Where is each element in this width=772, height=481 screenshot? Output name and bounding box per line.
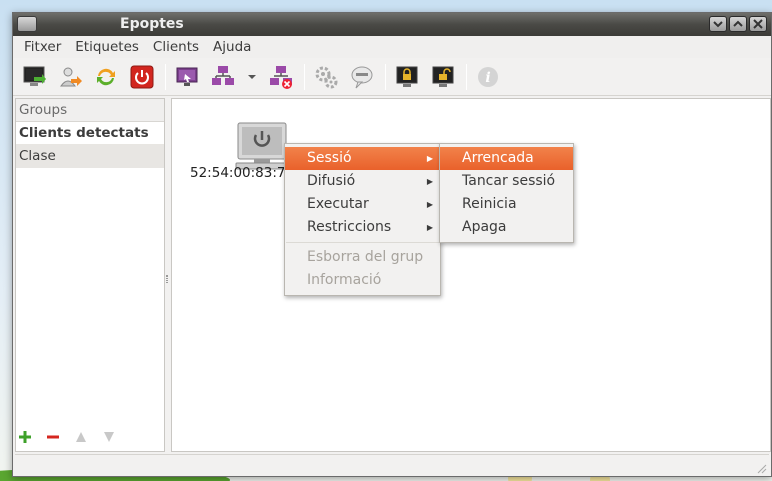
settings-gears-icon (315, 66, 338, 88)
broadcast-screen-icon (212, 65, 234, 85)
message-icon (351, 66, 373, 88)
toolbar-separator (466, 63, 467, 90)
groups-header[interactable]: Groups (16, 99, 164, 122)
chevron-down-icon (713, 21, 723, 28)
broadcast-screen-button[interactable] (208, 62, 238, 92)
arrow-up-icon (76, 432, 86, 442)
power-icon (130, 65, 154, 88)
submenu-item-reinicia[interactable]: Reinicia (440, 193, 573, 216)
refresh-icon (97, 68, 115, 85)
info-icon: i (478, 66, 498, 87)
window-menu-button[interactable] (17, 16, 37, 32)
menu-item-informacio: Informació (307, 272, 382, 288)
menu-item-esborra-del-grup: Esborra del grup (307, 249, 424, 265)
add-group-button[interactable] (17, 429, 33, 445)
group-clase[interactable]: Clase (16, 145, 164, 168)
settings-gears-button[interactable] (311, 62, 341, 92)
lock-screen-button[interactable] (392, 62, 422, 92)
menu-etiquetes[interactable]: Etiquetes (68, 39, 146, 55)
close-button[interactable] (749, 16, 767, 32)
menu-item-difusio[interactable]: Difusió ▶ (285, 170, 440, 193)
menu-item-restriccions[interactable]: Restriccions ▶ (285, 216, 440, 239)
screen-view-button[interactable] (172, 62, 202, 92)
monitor-arrow-button[interactable] (19, 62, 49, 92)
toolbar: i (13, 58, 771, 96)
menu-item-label: Restriccions (307, 219, 392, 235)
dropdown-arrow-icon (248, 74, 256, 79)
plus-icon (19, 431, 31, 443)
client-label: 52:54:00:83:7A (190, 165, 295, 181)
submenu-item-tancar-sessio[interactable]: Tancar sessió (440, 170, 573, 193)
stop-broadcast-icon (270, 65, 292, 89)
power-button[interactable] (127, 62, 157, 92)
pane-splitter-grip[interactable] (166, 275, 168, 283)
toolbar-separator (165, 63, 166, 90)
group-actions (17, 429, 117, 445)
user-arrow-icon (60, 67, 82, 86)
remove-group-button[interactable] (45, 429, 61, 445)
minimize-button[interactable] (709, 16, 727, 32)
move-up-group-button[interactable] (73, 429, 89, 445)
menu-fitxer[interactable]: Fitxer (17, 39, 68, 55)
submenu-arrow-icon: ▶ (426, 223, 433, 232)
chevron-up-icon (733, 20, 743, 27)
info-button[interactable]: i (473, 62, 503, 92)
submenu-item-apaga[interactable]: Apaga (440, 216, 573, 239)
monitor-arrow-icon (23, 66, 46, 86)
unlock-screen-button[interactable] (428, 62, 458, 92)
user-arrow-button[interactable] (55, 62, 85, 92)
menu-clients[interactable]: Clients (146, 39, 206, 55)
message-button[interactable] (347, 62, 377, 92)
screen-view-icon (176, 67, 198, 86)
client-context-menu: Sessió ▶ Difusió ▶ Executar ▶ Restriccio… (284, 143, 441, 296)
move-down-group-button[interactable] (101, 429, 117, 445)
close-icon (753, 19, 763, 29)
menu-item-sessio[interactable]: Sessió ▶ (285, 147, 440, 170)
window-title: Epoptes (120, 16, 184, 32)
lock-screen-icon (396, 66, 418, 87)
unlock-screen-icon (432, 66, 454, 87)
svg-text:i: i (485, 70, 490, 86)
submenu-item-arrencada[interactable]: Arrencada (440, 147, 573, 170)
menu-bar: Fitxer Etiquetes Clients Ajuda (13, 36, 771, 58)
stop-broadcast-button[interactable] (266, 62, 296, 92)
refresh-button[interactable] (91, 62, 121, 92)
groups-sidebar: Groups Clients detectats Clase (15, 98, 165, 452)
title-bar: Epoptes (13, 13, 771, 36)
menu-item-label: Executar (307, 196, 369, 212)
submenu-arrow-icon: ▶ (426, 200, 433, 209)
toolbar-separator (385, 63, 386, 90)
submenu-arrow-icon: ▶ (426, 177, 433, 186)
menu-ajuda[interactable]: Ajuda (206, 39, 258, 55)
menu-item-label: Sessió (307, 150, 352, 166)
broadcast-dropdown-button[interactable] (244, 62, 260, 92)
menu-item-executar[interactable]: Executar ▶ (285, 193, 440, 216)
submenu-arrow-icon: ▶ (426, 154, 433, 163)
menu-separator (286, 242, 439, 243)
minus-icon (47, 435, 59, 439)
maximize-button[interactable] (729, 16, 747, 32)
status-bar (15, 454, 769, 476)
toolbar-separator (304, 63, 305, 90)
session-submenu: Arrencada Tancar sessió Reinicia Apaga (439, 143, 574, 243)
menu-item-label: Difusió (307, 173, 356, 189)
arrow-down-icon (104, 432, 114, 442)
resize-grip-icon[interactable] (755, 462, 767, 474)
group-clients-detectats[interactable]: Clients detectats (16, 122, 164, 145)
